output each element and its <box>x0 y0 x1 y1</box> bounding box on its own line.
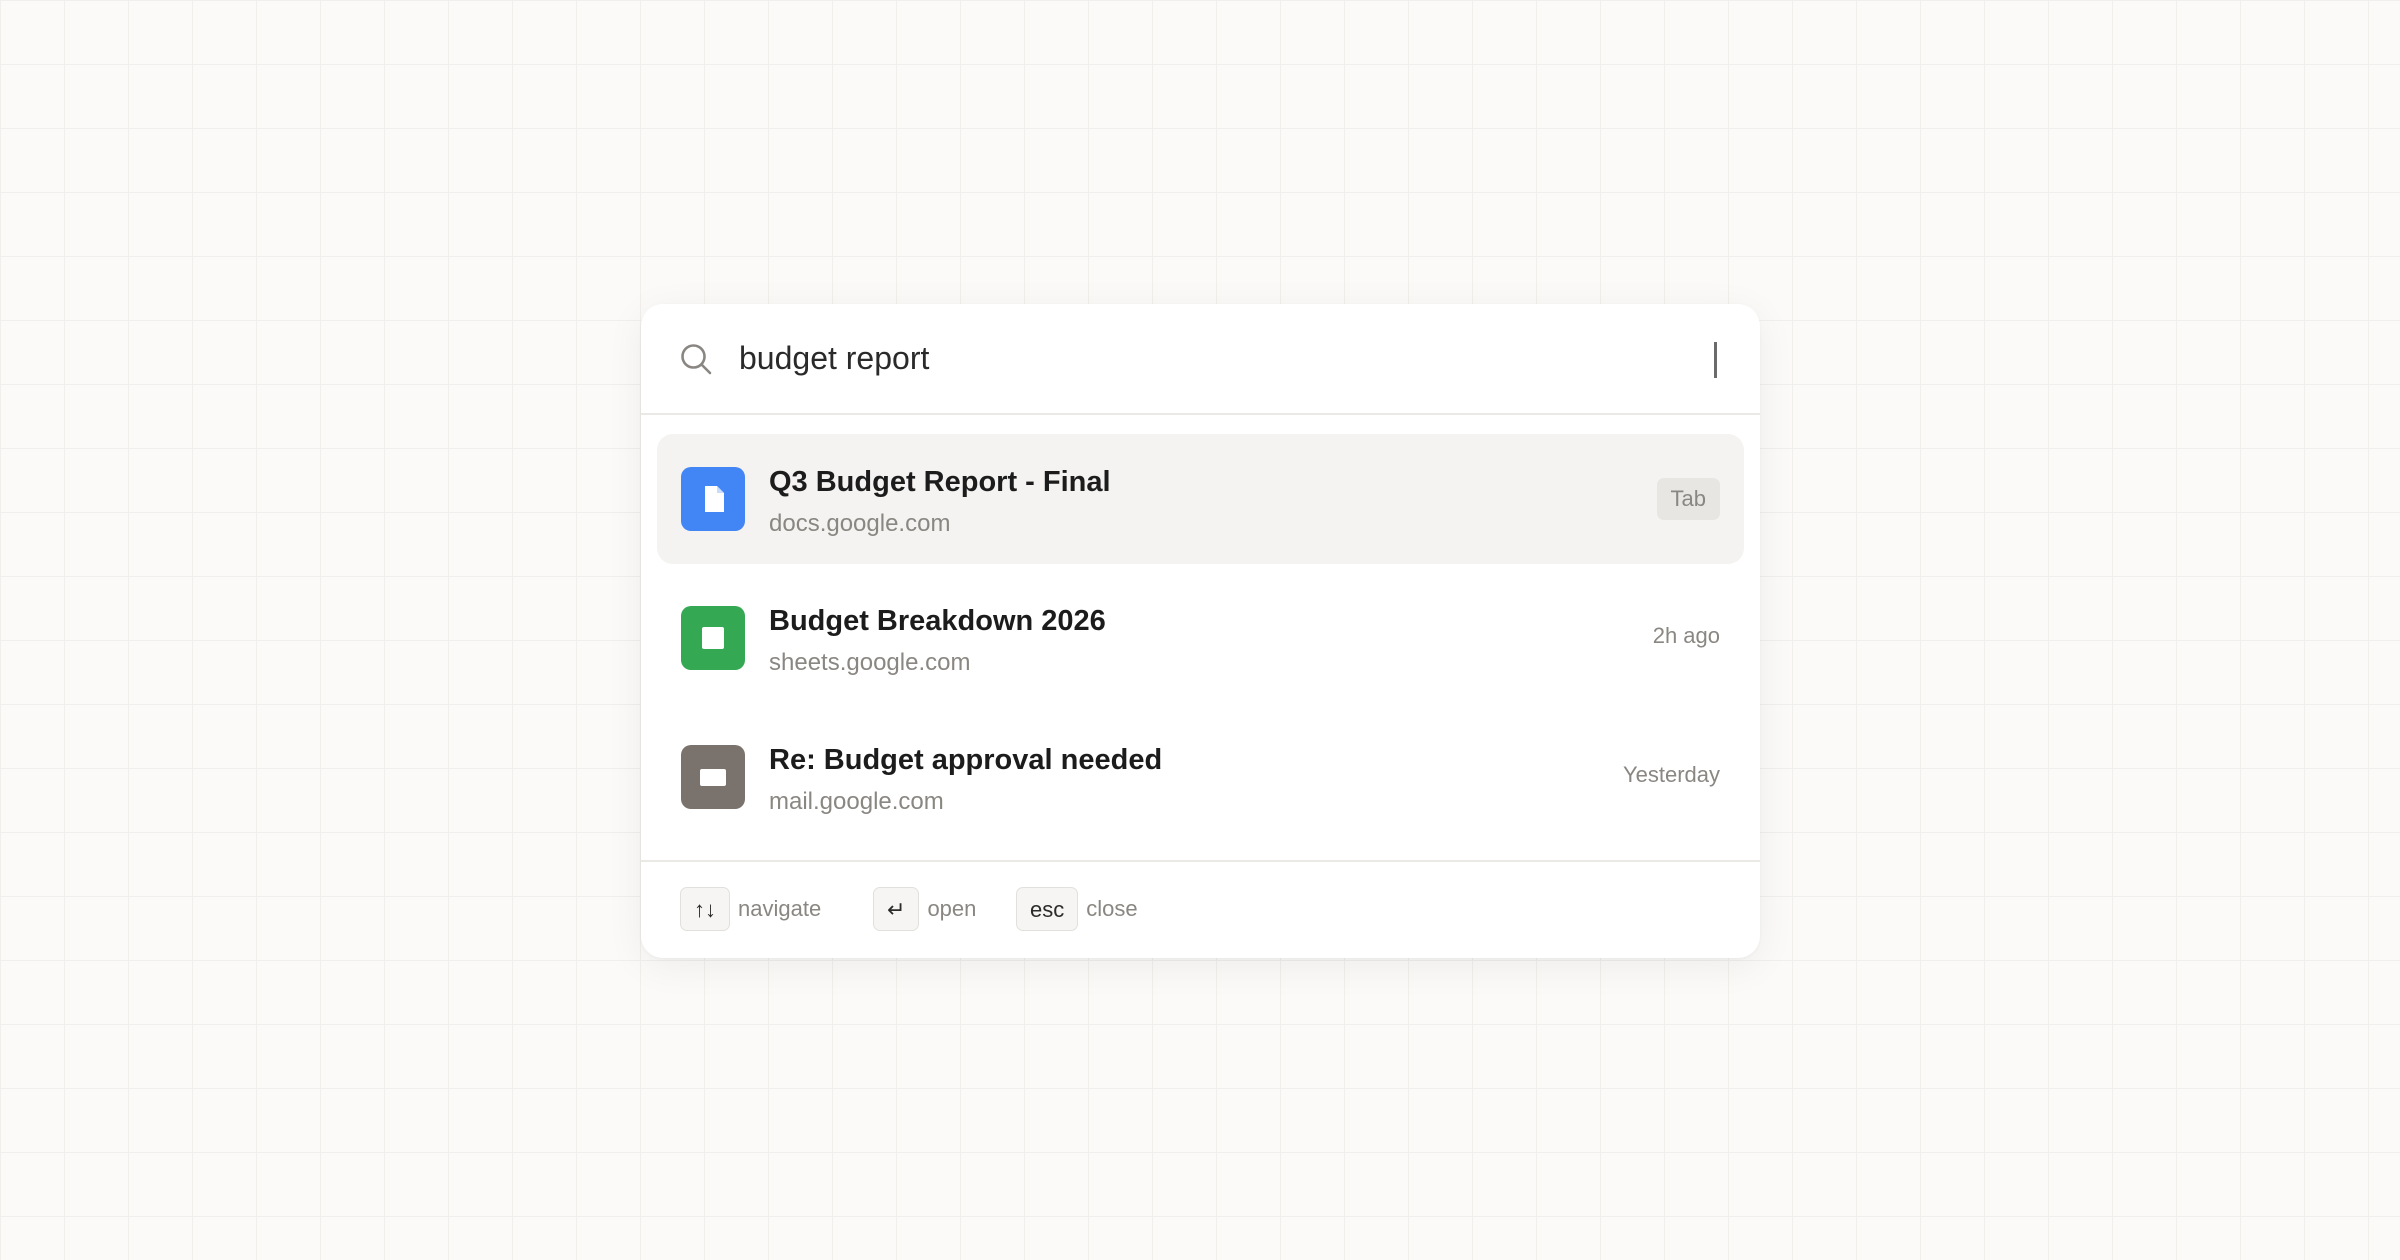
mail-icon <box>681 745 745 809</box>
result-item-budget-approval[interactable]: Re: Budget approval needed mail.google.c… <box>657 712 1744 842</box>
search-icon <box>679 342 713 376</box>
close-label: close <box>1086 896 1138 921</box>
search-input[interactable] <box>739 330 1639 386</box>
hint-navigate: ↑↓ navigate <box>680 887 821 933</box>
document-icon <box>681 467 745 531</box>
keyboard-hints: ↑↓ navigate ↵ open esc close <box>641 860 1760 958</box>
result-timestamp: Yesterday <box>1622 762 1720 787</box>
result-subtitle: sheets.google.com <box>769 649 971 676</box>
hint-close: esc close <box>1016 887 1138 933</box>
command-palette: Q3 Budget Report - Final docs.google.com… <box>641 304 1760 958</box>
spreadsheet-icon <box>681 606 745 670</box>
result-timestamp: 2h ago <box>1652 623 1720 648</box>
results-list: Q3 Budget Report - Final docs.google.com… <box>657 434 1744 851</box>
result-subtitle: docs.google.com <box>769 510 951 537</box>
tab-badge: Tab <box>1656 478 1720 520</box>
search-bar <box>641 304 1760 415</box>
text-caret <box>1714 342 1717 378</box>
result-title: Re: Budget approval needed <box>769 744 1163 776</box>
hint-open: ↵ open <box>873 887 976 933</box>
result-subtitle: mail.google.com <box>769 788 944 815</box>
navigate-label: navigate <box>738 896 822 921</box>
result-item-q3-budget-report[interactable]: Q3 Budget Report - Final docs.google.com… <box>657 434 1744 564</box>
result-title: Budget Breakdown 2026 <box>769 605 1106 637</box>
result-item-budget-breakdown[interactable]: Budget Breakdown 2026 sheets.google.com … <box>657 573 1744 703</box>
enter-key: ↵ <box>873 887 920 931</box>
navigate-key: ↑↓ <box>680 887 730 931</box>
esc-key: esc <box>1016 887 1079 931</box>
result-title: Q3 Budget Report - Final <box>769 466 1111 498</box>
open-label: open <box>927 896 977 921</box>
